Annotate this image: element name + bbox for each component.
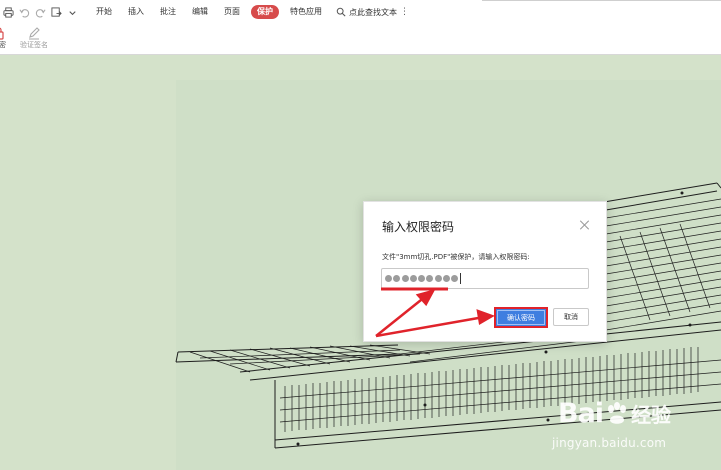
paw-logo-icon (608, 401, 627, 424)
confirm-password-label: 确认密码 (507, 313, 535, 322)
watermark-url: jingyan.baidu.com (552, 436, 667, 450)
watermark-suffix: 经验 (631, 403, 672, 427)
confirm-password-button[interactable]: 确认密码 (494, 307, 548, 328)
password-mask-dot (409, 275, 417, 282)
watermark-brand: Bai (558, 398, 604, 429)
password-mask-dot (393, 275, 401, 282)
password-mask-dot (385, 275, 392, 282)
password-mask-dot (434, 275, 442, 282)
dialog-title: 输入权限密码 (382, 220, 455, 234)
baidu-watermark: Bai 经验 jingyan.baidu.com (550, 398, 710, 458)
cancel-label: 取消 (564, 313, 578, 321)
text-caret (459, 273, 461, 284)
password-dialog: 输入权限密码 文件"3mm切孔.PDF"被保护，请输入权限密码: 确认密码 取消 (363, 201, 607, 342)
dialog-message: 文件"3mm切孔.PDF"被保护，请输入权限密码: (382, 253, 530, 261)
password-mask-dot (418, 275, 426, 282)
close-icon[interactable] (580, 220, 590, 230)
password-mask-dot (451, 275, 459, 282)
password-mask-dot (443, 275, 451, 282)
password-mask-dot (401, 275, 409, 282)
password-mask-dot (426, 275, 434, 282)
password-input[interactable] (381, 268, 589, 289)
cancel-button[interactable]: 取消 (553, 308, 589, 326)
